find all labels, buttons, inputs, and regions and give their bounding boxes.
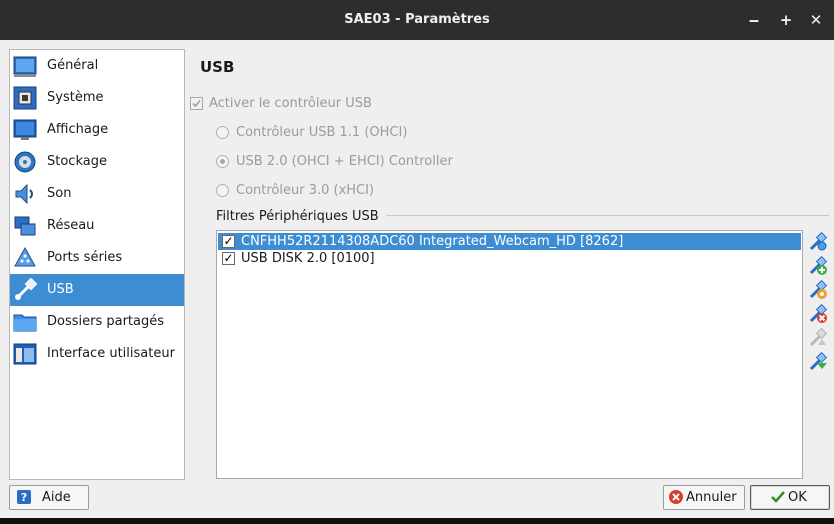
filters-label: Filtres Périphériques USB	[216, 209, 379, 224]
display-icon	[13, 119, 37, 140]
usb11-radio[interactable]	[216, 126, 229, 139]
move-down-icon[interactable]	[808, 352, 828, 372]
list-item[interactable]: ✓ USB DISK 2.0 [0100]	[218, 250, 801, 267]
svg-text:?: ?	[21, 491, 27, 504]
filter-name: USB DISK 2.0 [0100]	[241, 251, 375, 266]
network-icon	[14, 216, 36, 236]
enable-usb-checkbox[interactable]	[190, 97, 203, 110]
ok-button-label: OK	[788, 490, 807, 505]
audio-icon	[15, 183, 33, 205]
sidebar-item-storage[interactable]: Stockage	[10, 146, 184, 178]
sidebar-item-label: Stockage	[47, 154, 107, 169]
enable-usb-label: Activer le contrôleur USB	[209, 96, 372, 111]
cancel-icon	[669, 490, 683, 504]
shared-folders-icon	[13, 314, 37, 332]
filter-name: CNFHH52R2114308ADC60 Integrated_Webcam_H…	[241, 234, 624, 249]
filter-checkbox[interactable]: ✓	[222, 235, 235, 248]
sidebar-item-label: Affichage	[47, 122, 109, 137]
storage-icon	[14, 151, 36, 173]
sidebar-item-shared-folders[interactable]: Dossiers partagés	[10, 306, 184, 338]
sidebar-item-general[interactable]: Général	[10, 50, 184, 82]
serial-ports-icon	[14, 246, 36, 267]
close-window-button[interactable]: ✕	[806, 10, 826, 30]
sidebar-item-label: USB	[47, 282, 74, 297]
add-filter-icon[interactable]	[808, 256, 828, 276]
sidebar-item-system[interactable]: Système	[10, 82, 184, 114]
window-title: SAE03 - Paramètres	[344, 12, 490, 27]
remove-filter-icon[interactable]	[808, 304, 828, 324]
check-icon	[192, 99, 201, 108]
sidebar-item-label: Dossiers partagés	[47, 314, 165, 329]
list-item[interactable]: ✓ CNFHH52R2114308ADC60 Integrated_Webcam…	[218, 233, 801, 250]
edit-filter-icon[interactable]	[808, 280, 828, 300]
ok-button[interactable]: OK	[750, 485, 830, 510]
sidebar-item-label: Interface utilisateur	[47, 346, 175, 361]
sidebar-item-usb[interactable]: USB	[10, 274, 184, 306]
sidebar-item-audio[interactable]: Son	[10, 178, 184, 210]
cancel-button-label: Annuler	[686, 490, 737, 505]
sidebar-item-serial-ports[interactable]: Ports séries	[10, 242, 184, 274]
minimize-button[interactable]: ‒	[744, 10, 764, 30]
group-divider	[386, 215, 829, 216]
settings-sidebar: Général Système Affichage Stockage Son R…	[9, 49, 185, 480]
sidebar-item-label: Son	[47, 186, 72, 201]
help-button[interactable]: ? Aide	[9, 485, 89, 510]
usb20-label: USB 2.0 (OHCI + EHCI) Controller	[236, 154, 453, 169]
sidebar-item-label: Système	[47, 90, 104, 105]
usb30-radio[interactable]	[216, 184, 229, 197]
sidebar-item-display[interactable]: Affichage	[10, 114, 184, 146]
usb20-radio[interactable]	[216, 155, 229, 168]
background-terminal	[0, 518, 834, 524]
user-interface-icon	[13, 343, 37, 365]
sidebar-item-label: Général	[47, 58, 99, 73]
sidebar-item-network[interactable]: Réseau	[10, 210, 184, 242]
maximize-button[interactable]: +	[776, 10, 796, 30]
usb11-label: Contrôleur USB 1.1 (OHCI)	[236, 125, 408, 140]
settings-dialog: Général Système Affichage Stockage Son R…	[0, 40, 834, 518]
page-title: USB	[200, 58, 235, 76]
sidebar-item-user-interface[interactable]: Interface utilisateur	[10, 338, 184, 370]
sidebar-item-label: Ports séries	[47, 250, 123, 265]
usb30-label: Contrôleur 3.0 (xHCI)	[236, 183, 375, 198]
help-button-label: Aide	[42, 490, 71, 505]
window-titlebar: SAE03 - Paramètres ‒ + ✕	[0, 0, 834, 40]
filter-checkbox[interactable]: ✓	[222, 252, 235, 265]
ok-check-icon	[771, 491, 785, 503]
usb-filters-list[interactable]: ✓ CNFHH52R2114308ADC60 Integrated_Webcam…	[216, 230, 803, 479]
usb-icon	[15, 278, 37, 300]
help-icon: ?	[17, 490, 31, 504]
cancel-button[interactable]: Annuler	[663, 485, 745, 510]
general-icon	[13, 56, 37, 77]
move-up-icon[interactable]	[808, 328, 828, 348]
system-icon	[13, 86, 37, 110]
usb-filter-icon[interactable]	[808, 232, 828, 252]
sidebar-item-label: Réseau	[47, 218, 95, 233]
